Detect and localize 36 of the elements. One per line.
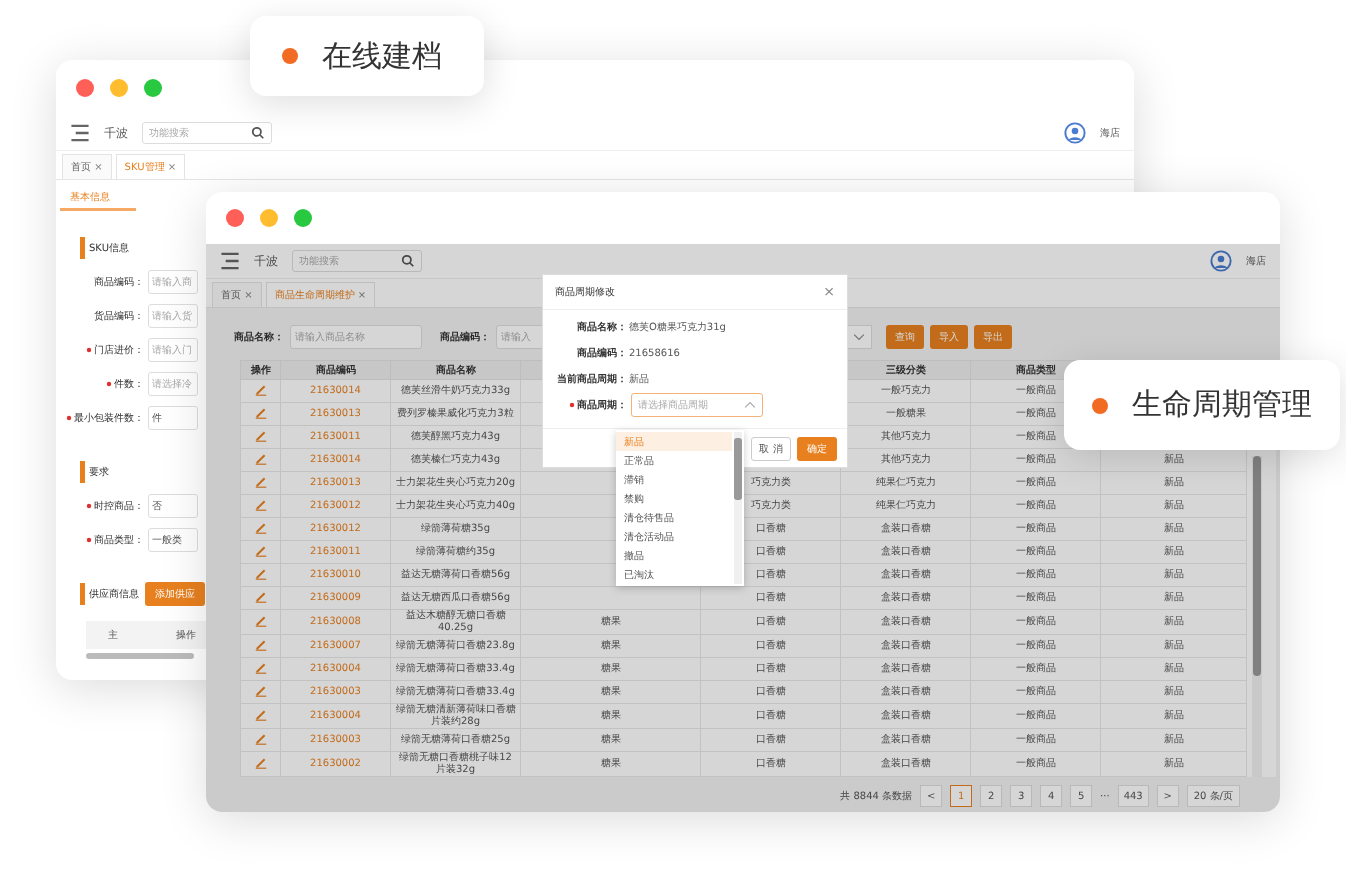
edit-icon[interactable]	[253, 497, 268, 511]
scrollbar[interactable]	[734, 432, 742, 584]
edit-icon[interactable]	[253, 707, 268, 721]
search-icon	[401, 254, 415, 268]
menu-icon[interactable]	[70, 124, 90, 142]
maximize-window-button[interactable]	[144, 79, 162, 97]
edit-icon[interactable]	[253, 589, 268, 603]
bullet-icon	[282, 48, 298, 64]
minimize-window-button[interactable]	[110, 79, 128, 97]
edit-icon[interactable]	[253, 566, 268, 580]
close-window-button[interactable]	[76, 79, 94, 97]
user-icon[interactable]	[1064, 122, 1086, 144]
maximize-window-button[interactable]	[294, 209, 312, 227]
menu-icon[interactable]	[220, 252, 240, 270]
edit-icon[interactable]	[253, 405, 268, 419]
edit-icon[interactable]	[253, 474, 268, 488]
edit-icon[interactable]	[253, 755, 268, 769]
edit-icon[interactable]	[253, 520, 268, 534]
edit-icon[interactable]	[253, 543, 268, 557]
callout-text: 在线建档	[322, 37, 442, 75]
edit-icon[interactable]	[253, 613, 268, 627]
edit-icon[interactable]	[253, 637, 268, 651]
minimize-window-button[interactable]	[260, 209, 278, 227]
callout-text: 生命周期管理	[1132, 386, 1312, 424]
edit-icon[interactable]	[253, 428, 268, 442]
edit-icon[interactable]	[253, 382, 268, 396]
edit-icon[interactable]	[253, 731, 268, 745]
edit-icon[interactable]	[253, 660, 268, 674]
scrollbar[interactable]	[86, 653, 194, 659]
edit-icon[interactable]	[253, 683, 268, 697]
edit-icon[interactable]	[253, 451, 268, 465]
user-icon[interactable]	[1210, 250, 1232, 272]
bullet-icon	[1092, 397, 1108, 413]
search-icon	[251, 126, 265, 140]
close-window-button[interactable]	[226, 209, 244, 227]
scrollbar[interactable]	[1252, 456, 1262, 777]
